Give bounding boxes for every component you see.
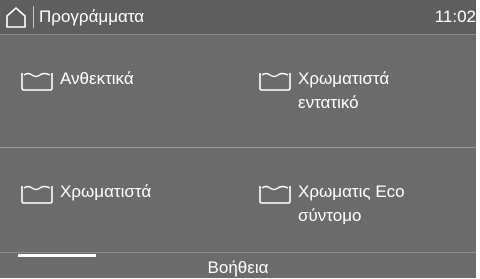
page-indicator [18,254,96,257]
program-label: Ανθεκτικά [60,69,134,88]
program-selection-screen: Προγράμματα 11:02 Ανθεκτικά Χρωματιστά ε… [0,0,476,278]
page-title: Προγράμματα [39,7,145,26]
washtub-icon [259,72,291,91]
home-button[interactable] [3,4,29,30]
program-tile-chromatis-eco-syntomo[interactable]: Χρωματις Eco σύντομο [238,148,476,260]
program-label: Χρωματιστά [60,182,152,201]
program-label: Χρωματις Eco σύντομο [298,182,405,225]
help-button[interactable]: Βοήθεια [0,258,476,278]
program-label: Χρωματιστά εντατικό [298,69,390,112]
washtub-icon [21,185,53,204]
header-bar: Προγράμματα 11:02 [0,0,476,35]
home-icon [6,7,26,28]
program-tile-chromatista-entatiko[interactable]: Χρωματιστά εντατικό [238,35,476,147]
program-tile-chromatista[interactable]: Χρωματιστά [0,148,238,260]
washtub-icon [259,185,291,204]
clock: 11:02 [434,7,476,26]
program-tile-anthektika[interactable]: Ανθεκτικά [0,35,238,147]
washtub-icon [21,72,53,91]
header-divider [33,6,34,28]
